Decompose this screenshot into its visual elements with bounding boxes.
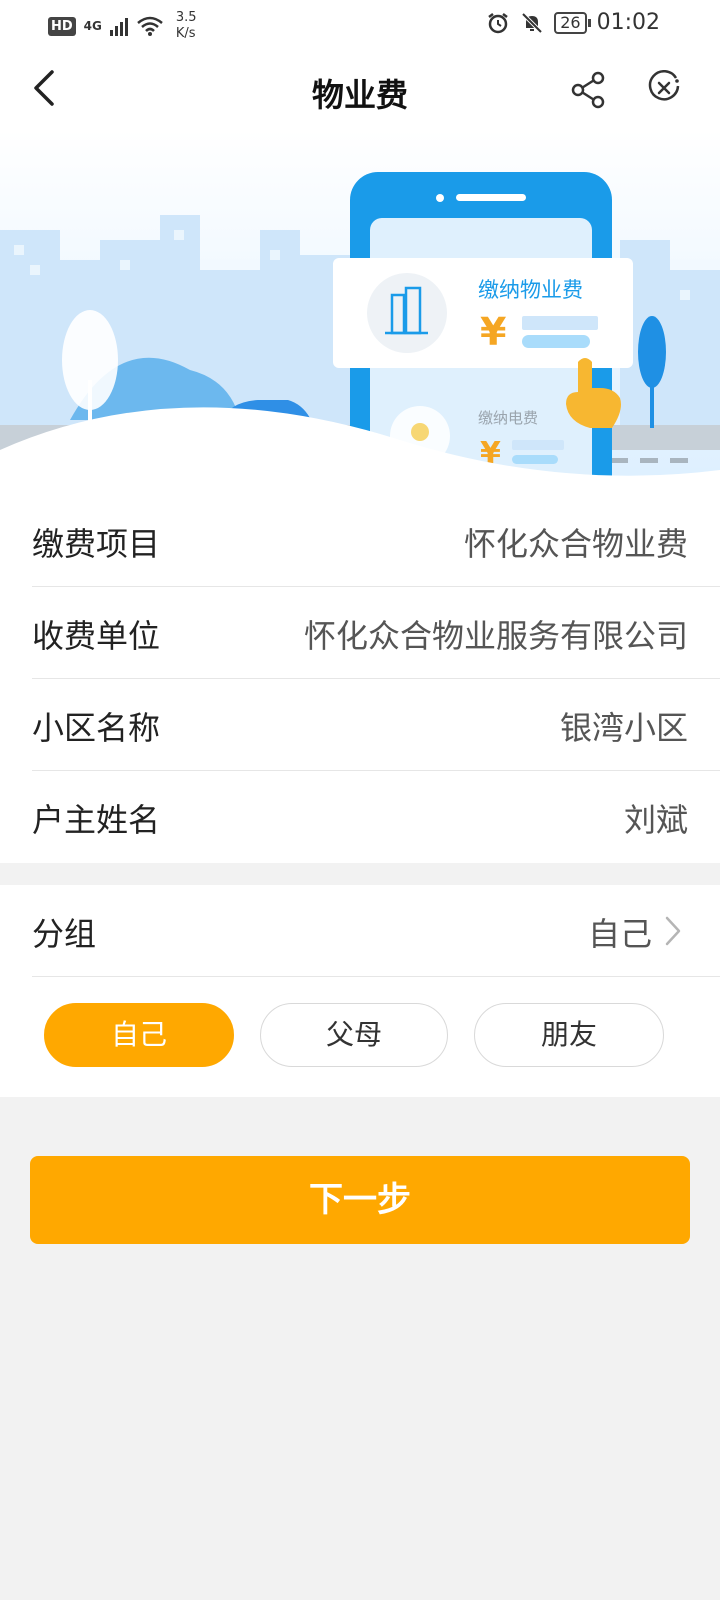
- status-right: 26 01:02: [486, 10, 660, 35]
- banner-artwork: 缴纳物业费 ¥ 缴纳电费 ¥: [0, 130, 720, 495]
- info-label: 缴费项目: [32, 525, 161, 563]
- banner-illustration: 缴纳物业费 ¥ 缴纳电费 ¥: [0, 130, 720, 495]
- next-step-button[interactable]: 下一步: [30, 1156, 690, 1244]
- nav-bar: 物业费: [0, 50, 720, 130]
- chevron-right-icon: [665, 916, 681, 946]
- wifi-icon: [137, 16, 163, 36]
- info-value: 刘斌: [623, 801, 688, 839]
- info-row-owner: 户主姓名 刘斌: [32, 771, 720, 863]
- info-label: 收费单位: [32, 617, 161, 655]
- close-circle-icon[interactable]: [646, 70, 682, 106]
- info-row-payee: 收费单位 怀化众合物业服务有限公司: [32, 587, 720, 679]
- speed-value: 3.5: [175, 10, 197, 25]
- group-value: 自己: [587, 915, 652, 953]
- info-value: 银湾小区: [559, 709, 688, 747]
- group-option-parents[interactable]: 父母: [260, 1003, 448, 1067]
- page-title: 物业费: [311, 76, 408, 114]
- card-yuan-symbol: ¥: [480, 310, 506, 354]
- speed-unit: K/s: [175, 26, 196, 41]
- battery-icon: 26: [554, 11, 592, 34]
- alarm-icon: [488, 12, 508, 33]
- network-speed: 3.5 K/s: [176, 10, 197, 42]
- status-left: HD 4G 3.5 K/s: [48, 10, 197, 42]
- group-option-self[interactable]: 自己: [44, 1003, 234, 1067]
- share-icon[interactable]: [568, 70, 608, 110]
- mute-bell-icon: [521, 12, 543, 33]
- status-bar: HD 4G 3.5 K/s 26 01:02: [0, 0, 720, 50]
- group-label: 分组: [32, 915, 97, 953]
- network-type: 4G: [83, 19, 102, 33]
- info-row-item: 缴费项目 怀化众合物业费: [32, 495, 720, 587]
- hd-badge: HD: [48, 16, 76, 36]
- payment-info-list: 缴费项目 怀化众合物业费 收费单位 怀化众合物业服务有限公司 小区名称 银湾小区…: [0, 495, 720, 863]
- info-label: 小区名称: [32, 709, 161, 747]
- info-label: 户主姓名: [32, 801, 161, 839]
- signal-icon: [109, 16, 128, 36]
- clock: 01:02: [596, 10, 660, 35]
- card-title: 缴纳物业费: [478, 278, 583, 302]
- group-options: 自己 父母 朋友: [0, 1003, 720, 1069]
- group-option-friends[interactable]: 朋友: [474, 1003, 664, 1067]
- group-row[interactable]: 分组 自己: [32, 885, 720, 977]
- group-section: 分组 自己 自己 父母 朋友: [0, 885, 720, 1097]
- secondary-title: 缴纳电费: [478, 409, 538, 427]
- info-value: 怀化众合物业费: [463, 525, 688, 563]
- info-value: 怀化众合物业服务有限公司: [303, 617, 688, 655]
- info-row-community: 小区名称 银湾小区: [32, 679, 720, 771]
